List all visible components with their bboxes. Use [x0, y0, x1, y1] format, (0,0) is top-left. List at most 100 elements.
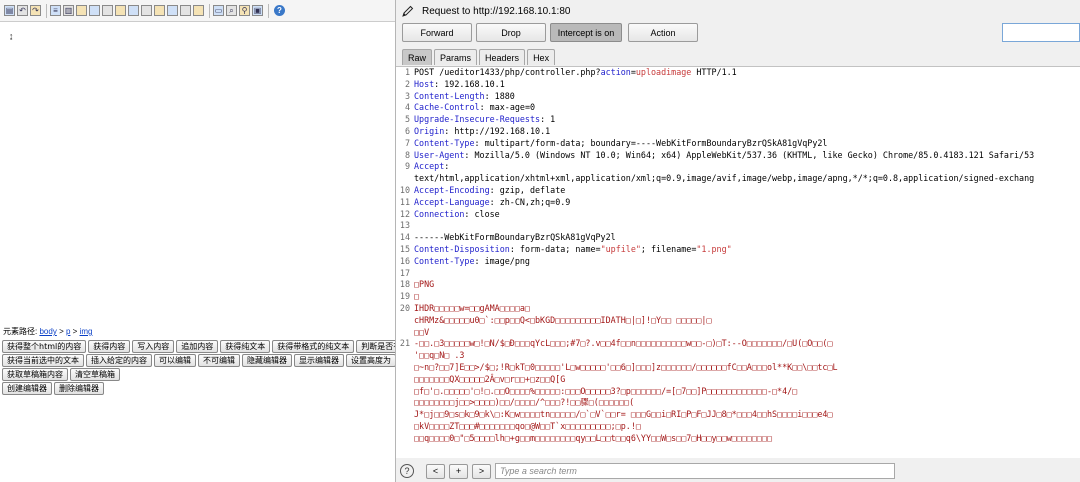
line-content: Cache-Control: max-age=0 [414, 102, 535, 114]
insert-paragraph-icon[interactable] [193, 5, 204, 16]
merge-cells-icon[interactable] [167, 5, 178, 16]
row-insert-icon[interactable] [115, 5, 126, 16]
editor-api-button[interactable]: 创建编辑器 [2, 382, 52, 395]
editor-api-button[interactable]: 获得纯文本 [220, 340, 271, 353]
editor-api-button[interactable]: 设置高度为 [346, 354, 396, 367]
binary-data: □kV□□□□ZT□□□#□□□□□□□qo□@W□□T`x□□□□□□□□□;… [414, 420, 641, 431]
image-placeholder-icon[interactable]: ↨ [9, 31, 14, 41]
delete-table-icon[interactable] [102, 5, 113, 16]
find-input[interactable] [1002, 23, 1080, 42]
preview-icon[interactable]: ⌕ [226, 5, 237, 16]
request-line: □kV□□□□ZT□□□#□□□□□□□qo□@W□□T`x□□□□□□□□□;… [396, 421, 1080, 433]
editor-api-button[interactable]: 追加内容 [176, 340, 219, 353]
col-delete-icon[interactable] [154, 5, 165, 16]
tab-params[interactable]: Params [434, 49, 478, 65]
drop-button[interactable]: Drop [476, 23, 546, 42]
path-item-img[interactable]: img [80, 327, 93, 336]
editor-api-button[interactable]: 写入内容 [132, 340, 175, 353]
source-icon[interactable]: ▤ [4, 5, 15, 16]
line-content: Host: 192.168.10.1 [414, 79, 505, 91]
request-line: 16 Content-Type: image/png [396, 256, 1080, 268]
request-line: 5 Upgrade-Insecure-Requests: 1 [396, 114, 1080, 126]
editor-api-button[interactable]: 可以编辑 [154, 354, 196, 367]
line-content: '□□q□N□ .3 [414, 350, 464, 362]
search-input[interactable]: Type a search term [495, 463, 895, 479]
paste-icon[interactable]: ▥ [63, 5, 74, 16]
request-line: 11 Accept-Language: zh-CN,zh;q=0.9 [396, 197, 1080, 209]
header-value: : close [464, 208, 500, 219]
request-line: 10 Accept-Encoding: gzip, deflate [396, 185, 1080, 197]
split-cells-icon[interactable] [180, 5, 191, 16]
undo-icon[interactable]: ↶ [17, 5, 28, 16]
editor-api-button[interactable]: 获得内容 [88, 340, 131, 353]
path-item-body[interactable]: body [39, 327, 56, 336]
binary-data: J*□j□□9□s□k□9□k\□:K□w□□□□tn□□□□□/□`□V`□□… [414, 409, 833, 420]
format-icon[interactable]: ≡ [50, 5, 61, 16]
next-match-button[interactable]: > [472, 463, 491, 479]
editor-api-button[interactable]: 显示编辑器 [294, 354, 344, 367]
tab-hex[interactable]: Hex [527, 49, 556, 65]
help-icon[interactable]: ? [274, 5, 285, 16]
request-line: 14 ------WebKitFormBoundaryBzrQSkA81gVqPy… [396, 232, 1080, 244]
forward-button[interactable]: Forward [402, 23, 472, 42]
editor-api-button[interactable]: 不可编辑 [198, 354, 240, 367]
tab-raw[interactable]: Raw [402, 49, 433, 65]
button-row: 获得当前选中的文本 插入给定的内容 可以编辑 不可编辑 隐藏编辑器 显示编辑器 设置高度为 [2, 354, 397, 367]
path-item-p[interactable]: p [66, 327, 70, 336]
line-content: cHRMz&□□□□□u0□`:□□p□□Q<□bKGD□□□□□□□□□IDA… [414, 315, 712, 327]
header-name: Accept-Language [414, 196, 490, 207]
line-content: □~n□?□□7]E□□>/$□;!R□kT□0□□□□□'L□w□□□□□'□… [414, 362, 838, 374]
binary-data: □□q□□□□0□"□5□□□□lh□+g□□m□□□□□□□□qy□□L□□t… [414, 432, 772, 443]
element-path-label: 元素路径: [3, 327, 38, 336]
action-button[interactable]: Action [628, 23, 698, 42]
raw-request-editor[interactable]: 1 POST /ueditor1433/php/controller.php?ac… [396, 66, 1080, 458]
line-number: 15 [399, 243, 410, 254]
redo-icon[interactable]: ↷ [30, 5, 41, 16]
line-number: 2 [404, 78, 410, 89]
editor-api-button[interactable]: 判断是否有 [356, 340, 397, 353]
request-line: 13 [396, 220, 1080, 232]
line-content: Content-Type: image/png [414, 256, 530, 268]
editor-api-button[interactable]: 清空草稿箱 [70, 368, 120, 381]
editor-api-button[interactable]: 获得当前选中的文本 [2, 354, 84, 367]
request-line: 9 Accept: [396, 161, 1080, 173]
editor-api-button[interactable]: 隐藏编辑器 [242, 354, 292, 367]
add-option-button[interactable]: + [449, 463, 468, 479]
prev-match-button[interactable]: < [426, 463, 445, 479]
search-replace-icon[interactable]: ⚲ [239, 5, 250, 16]
request-line: 17 [396, 268, 1080, 280]
help-icon[interactable]: ? [400, 464, 414, 478]
header-value: : image/png [474, 255, 530, 266]
editor-api-button[interactable]: 插入给定的内容 [86, 354, 152, 367]
header-name: Accept [414, 161, 445, 172]
editor-api-button[interactable]: 删除编辑器 [54, 382, 104, 395]
toolbar-separator [268, 3, 269, 18]
request-line: □□V [396, 327, 1080, 339]
tab-headers[interactable]: Headers [479, 49, 526, 65]
intercept-toggle-button[interactable]: Intercept is on [550, 23, 622, 42]
editor-content-area[interactable]: ↨ [0, 22, 395, 322]
editor-api-button[interactable]: 获得带格式的纯文本 [272, 340, 355, 353]
header-name: Cache-Control [414, 102, 480, 113]
binary-data: □PNG [414, 279, 435, 290]
header-value: ; filename= [640, 243, 697, 254]
line-content: □□V [414, 327, 429, 339]
line-content: Origin: http://192.168.10.1 [414, 126, 550, 138]
row-delete-icon[interactable] [128, 5, 139, 16]
editor-api-button[interactable]: 获得整个html的内容 [2, 340, 87, 353]
drafts-icon[interactable]: ▣ [252, 5, 263, 16]
binary-data: cHRMz&□□□□□u0□`:□□p□□Q<□bKGD□□□□□□□□□IDA… [414, 314, 712, 325]
line-content: IHDR□□□□□w=□□gAMA□□□□a□ [414, 303, 530, 315]
line-number: 8 [404, 149, 410, 160]
print-icon[interactable]: ▭ [213, 5, 224, 16]
insert-table-icon[interactable] [89, 5, 100, 16]
line-content: Accept: [414, 161, 449, 173]
header-value: : form-data; name= [509, 243, 601, 254]
table-icon[interactable] [76, 5, 87, 16]
col-insert-icon[interactable] [141, 5, 152, 16]
header-name: Origin [414, 125, 445, 136]
request-line: □□q□□□□0□"□5□□□□lh□+g□□m□□□□□□□□qy□□L□□t… [396, 433, 1080, 445]
line-content: □kV□□□□ZT□□□#□□□□□□□qo□@W□□T`x□□□□□□□□□;… [414, 421, 641, 433]
editor-api-button[interactable]: 获取草稿箱内容 [2, 368, 68, 381]
line-number: 20 [399, 302, 410, 313]
